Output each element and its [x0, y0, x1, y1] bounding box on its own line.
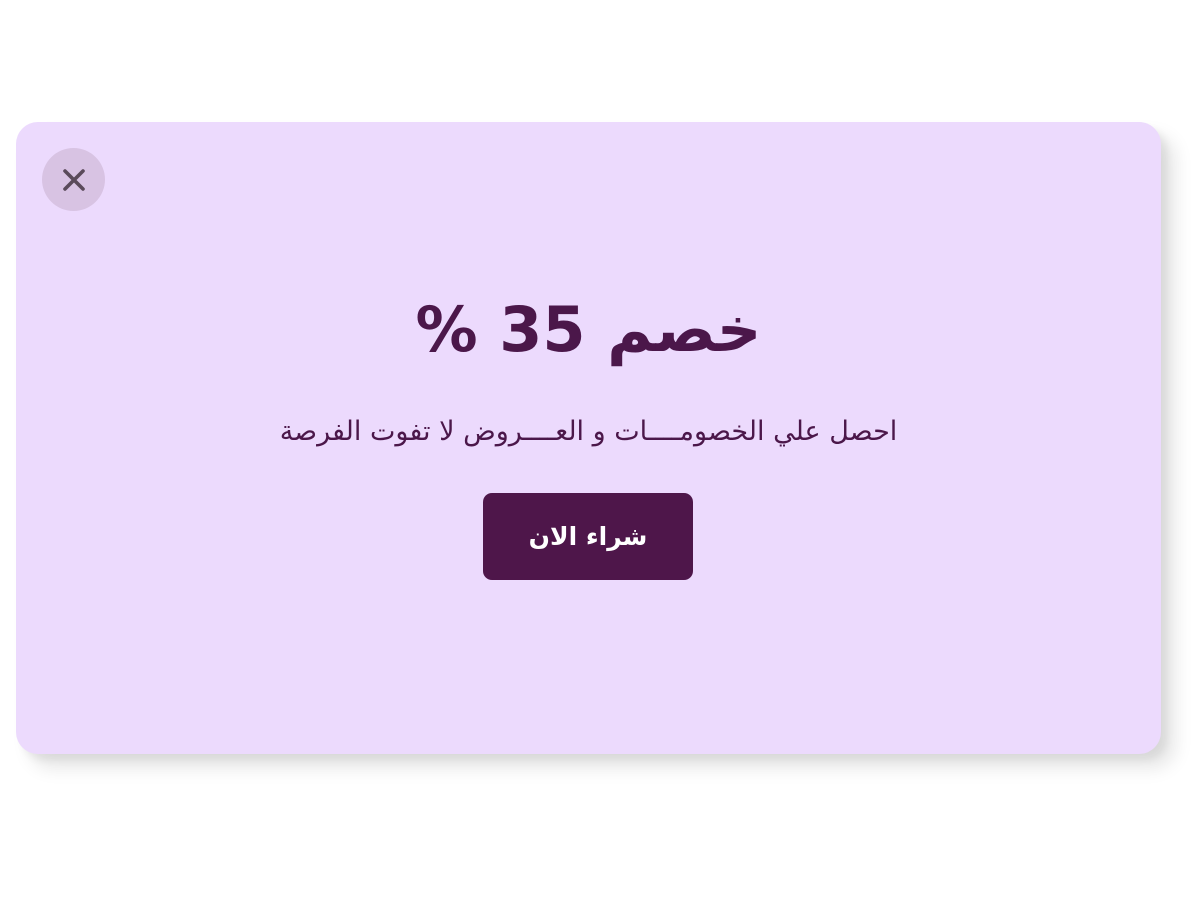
page: خصم 35 % احصل علي الخصومــــات و العــــ…	[0, 0, 1200, 900]
promo-popup: خصم 35 % احصل علي الخصومــــات و العــــ…	[16, 122, 1161, 754]
close-button[interactable]	[42, 148, 105, 211]
discount-headline: خصم 35 %	[415, 293, 762, 366]
close-icon	[61, 167, 87, 193]
buy-now-button[interactable]: شراء الان	[483, 493, 693, 580]
promo-subtitle: احصل علي الخصومــــات و العــــروض لا تف…	[279, 416, 898, 447]
